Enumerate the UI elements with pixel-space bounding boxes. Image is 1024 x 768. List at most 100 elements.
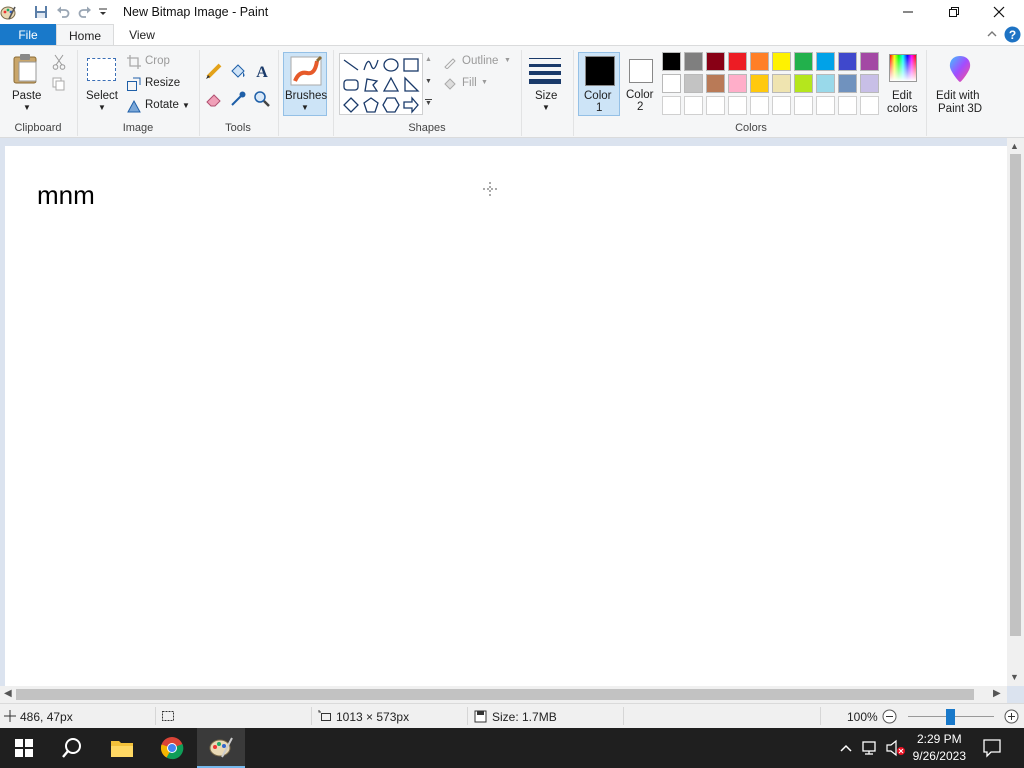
start-button[interactable] — [0, 728, 48, 768]
pentagon-shape-icon[interactable] — [362, 96, 380, 114]
zoom-out-button[interactable] — [882, 709, 897, 724]
undo-icon[interactable] — [54, 3, 72, 21]
paint-app-icon[interactable] — [0, 3, 16, 21]
right-arrow-shape-icon[interactable] — [402, 96, 420, 114]
paint-taskbar-button[interactable] — [197, 728, 245, 768]
vertical-scroll-thumb[interactable] — [1010, 154, 1021, 636]
palette-color-swatch[interactable] — [794, 74, 813, 93]
rectangle-shape-icon[interactable] — [402, 56, 420, 74]
palette-custom-swatch[interactable] — [706, 96, 725, 115]
palette-color-swatch[interactable] — [750, 52, 769, 71]
brushes-dropdown-icon[interactable]: ▼ — [301, 103, 309, 112]
tab-home[interactable]: Home — [56, 24, 114, 46]
help-icon[interactable]: ? — [1004, 26, 1021, 43]
notifications-button[interactable] — [982, 738, 1002, 758]
palette-color-swatch[interactable] — [816, 52, 835, 71]
show-hidden-icons-button[interactable] — [838, 740, 854, 756]
resize-button[interactable]: Resize — [127, 76, 197, 92]
save-icon[interactable] — [32, 3, 50, 21]
palette-color-swatch[interactable] — [772, 52, 791, 71]
cut-icon[interactable] — [52, 54, 68, 70]
edit-with-paint3d-button[interactable]: Edit with Paint 3D — [932, 52, 988, 116]
fill-bucket-icon[interactable] — [229, 62, 247, 80]
horizontal-scrollbar[interactable]: ◀ ▶ — [0, 686, 1007, 703]
palette-custom-swatch[interactable] — [662, 96, 681, 115]
color2-button[interactable]: Color 2 — [621, 52, 661, 116]
line-shape-icon[interactable] — [342, 56, 360, 74]
palette-color-swatch[interactable] — [772, 74, 791, 93]
palette-custom-swatch[interactable] — [772, 96, 791, 115]
palette-color-swatch[interactable] — [860, 52, 879, 71]
close-button[interactable] — [976, 0, 1022, 24]
select-button[interactable]: Select ▼ — [82, 51, 122, 117]
palette-color-swatch[interactable] — [684, 74, 703, 93]
horizontal-scroll-thumb[interactable] — [16, 689, 974, 700]
scroll-right-icon[interactable]: ▶ — [993, 688, 1001, 699]
scroll-up-icon[interactable]: ▲ — [1010, 141, 1019, 151]
palette-custom-swatch[interactable] — [750, 96, 769, 115]
palette-custom-swatch[interactable] — [684, 96, 703, 115]
fill-button[interactable]: Fill ▼ — [443, 76, 517, 92]
rotate-button[interactable]: Rotate ▼ — [127, 98, 197, 114]
scroll-left-icon[interactable]: ◀ — [4, 688, 12, 699]
select-dropdown-icon[interactable]: ▼ — [98, 103, 106, 112]
copy-icon[interactable] — [52, 77, 68, 93]
minimize-button[interactable] — [885, 0, 931, 24]
palette-color-swatch[interactable] — [706, 74, 725, 93]
paste-dropdown-icon[interactable]: ▼ — [23, 103, 31, 112]
palette-custom-swatch[interactable] — [794, 96, 813, 115]
palette-color-swatch[interactable] — [684, 52, 703, 71]
size-button[interactable]: Size ▼ — [526, 52, 566, 116]
paste-button[interactable]: Paste ▼ — [4, 51, 48, 117]
color1-button[interactable]: Color 1 — [578, 52, 620, 116]
palette-custom-swatch[interactable] — [838, 96, 857, 115]
hexagon-shape-icon[interactable] — [382, 96, 400, 114]
palette-color-swatch[interactable] — [706, 52, 725, 71]
palette-color-swatch[interactable] — [838, 74, 857, 93]
eraser-icon[interactable] — [205, 90, 223, 108]
rotate-dropdown-icon[interactable]: ▼ — [182, 101, 190, 110]
canvas-text[interactable]: mnm — [37, 180, 95, 211]
right-triangle-shape-icon[interactable] — [402, 76, 420, 94]
customize-quick-access-icon[interactable] — [97, 3, 109, 21]
shapes-scroll-up-icon[interactable]: ▲ — [425, 56, 432, 63]
palette-custom-swatch[interactable] — [728, 96, 747, 115]
zoom-in-button[interactable] — [1004, 709, 1019, 724]
vertical-scrollbar[interactable]: ▲ ▼ — [1007, 138, 1024, 686]
palette-custom-swatch[interactable] — [816, 96, 835, 115]
system-clock[interactable]: 2:29 PM 9/26/2023 — [913, 731, 966, 765]
palette-color-swatch[interactable] — [816, 74, 835, 93]
network-icon[interactable] — [862, 739, 880, 757]
palette-color-swatch[interactable] — [728, 74, 747, 93]
pencil-icon[interactable] — [205, 62, 223, 80]
brushes-button[interactable]: Brushes ▼ — [283, 52, 327, 116]
fill-dropdown-icon[interactable]: ▼ — [481, 79, 488, 86]
polygon-shape-icon[interactable] — [362, 76, 380, 94]
palette-color-swatch[interactable] — [662, 74, 681, 93]
palette-color-swatch[interactable] — [838, 52, 857, 71]
palette-custom-swatch[interactable] — [860, 96, 879, 115]
size-dropdown-icon[interactable]: ▼ — [542, 103, 550, 112]
outline-button[interactable]: Outline ▼ — [443, 54, 517, 70]
shapes-scroll[interactable]: ▲ ▼ ▼ — [424, 53, 435, 115]
restore-button[interactable] — [931, 0, 977, 24]
magnifier-icon[interactable] — [253, 90, 271, 108]
collapse-ribbon-icon[interactable] — [986, 27, 998, 41]
triangle-shape-icon[interactable] — [382, 76, 400, 94]
crop-button[interactable]: Crop — [127, 54, 197, 70]
scroll-down-icon[interactable]: ▼ — [1010, 672, 1019, 682]
edit-colors-button[interactable]: Edit colors — [883, 52, 923, 116]
palette-color-swatch[interactable] — [860, 74, 879, 93]
color-picker-icon[interactable] — [229, 90, 247, 108]
outline-dropdown-icon[interactable]: ▼ — [504, 57, 511, 64]
redo-icon[interactable] — [76, 3, 94, 21]
tab-view[interactable]: View — [116, 24, 168, 46]
shapes-expand-icon[interactable]: ▼ — [425, 99, 432, 107]
tab-file[interactable]: File — [0, 24, 56, 46]
shapes-scroll-down-icon[interactable]: ▼ — [425, 78, 432, 85]
search-button[interactable] — [48, 728, 96, 768]
zoom-slider-thumb[interactable] — [946, 709, 955, 725]
file-explorer-button[interactable] — [98, 728, 146, 768]
palette-color-swatch[interactable] — [750, 74, 769, 93]
palette-color-swatch[interactable] — [794, 52, 813, 71]
